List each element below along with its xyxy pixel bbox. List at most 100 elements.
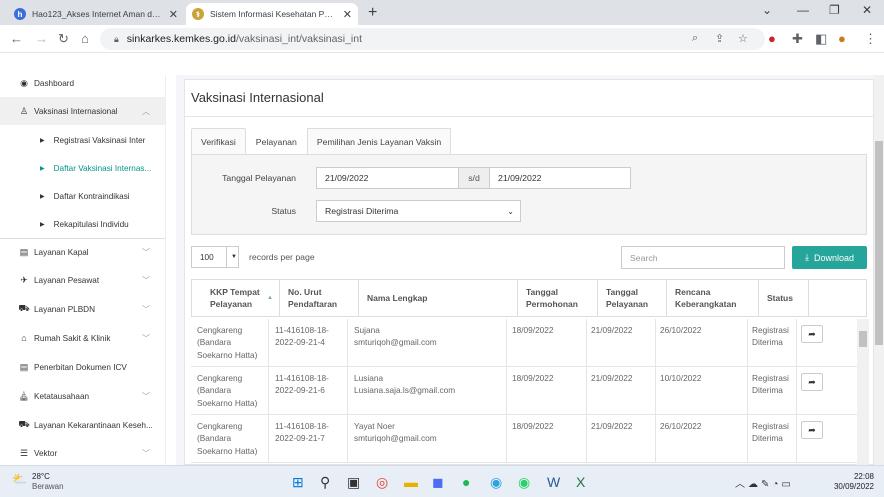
sidebar-sub-rekapitulasi-individu[interactable]: ▶ Rekapitulasi Individu <box>0 210 165 238</box>
sidebar-sub-daftar-kontraindikasi[interactable]: ▶ Daftar Kontraindikasi <box>0 182 165 210</box>
caret-right-icon: ▶ <box>40 193 45 200</box>
column-header-kkp[interactable]: KKP Tempat Pelayanan ▲ <box>202 280 280 316</box>
sidebar-sub-daftar-vaksinasi[interactable]: ▶ Daftar Vaksinasi Internas... <box>0 154 165 182</box>
action-forward-button[interactable]: ➦ <box>801 421 823 439</box>
tab-search-chevron-icon[interactable]: ⌄ <box>762 3 772 17</box>
table-scrollbar[interactable] <box>857 319 869 466</box>
sidebar-item-dashboard[interactable]: ◉ Dashboard <box>0 75 165 97</box>
download-button[interactable]: ⤓ Download <box>792 246 867 269</box>
caret-right-icon: ▶ <box>40 165 45 172</box>
email-text: smturiqoh@gmail.com <box>354 433 437 444</box>
share-icon[interactable]: ⇪ <box>715 32 724 45</box>
url-host: sinkarkes.kemkes.go.id <box>126 33 236 45</box>
side-panel-icon[interactable]: ◧ <box>815 31 827 47</box>
sidebar-item-layanan-plbdn[interactable]: ⛟ Layanan PLBDN ﹀ <box>0 295 165 323</box>
column-header-rencana[interactable]: Rencana Keberangkatan <box>667 280 759 316</box>
excel-icon[interactable]: X <box>576 474 585 490</box>
scrollbar-thumb[interactable] <box>859 331 867 347</box>
status-select[interactable]: Registrasi Diterima ⌄ <box>316 200 521 222</box>
cell-status: Registrasi Diterima <box>752 325 789 348</box>
sinkarkes-favicon-icon: ⚕ <box>192 8 204 20</box>
task-view-icon[interactable]: ▣ <box>347 474 360 491</box>
address-bar[interactable]: 🔒︎ sinkarkes.kemkes.go.id/vaksinasi_int/… <box>100 28 765 50</box>
action-forward-button[interactable]: ➦ <box>801 325 823 343</box>
close-window-icon[interactable]: ✕ <box>862 3 872 17</box>
telegram-icon[interactable]: ◉ <box>490 474 502 491</box>
column-header-nama[interactable]: Nama Lengkap <box>359 280 518 316</box>
reload-icon[interactable]: ↻ <box>58 31 69 47</box>
cell-nama: Yayat Noer smturiqoh@gmail.com <box>354 420 504 445</box>
caret-down-icon: ▼ <box>226 247 237 267</box>
file-explorer-icon[interactable]: ▬ <box>404 474 418 490</box>
profile-avatar[interactable]: ● <box>838 31 846 46</box>
sidebar-item-vektor[interactable]: ☰ Vektor ﹀ <box>0 439 165 465</box>
spotify-icon[interactable]: ● <box>462 474 470 490</box>
cell-rencana: 26/10/2022 <box>660 325 702 335</box>
column-header-tgl-pelayanan[interactable]: Tanggal Pelayanan <box>598 280 667 316</box>
browser-tab-sinkarkes[interactable]: ⚕ Sistem Informasi Kesehatan Pelabuh ✕ <box>186 3 358 25</box>
extension-red-icon[interactable]: ● <box>768 31 776 46</box>
url-path: /vaksinasi_int/vaksinasi_int <box>235 33 362 45</box>
share-arrow-icon: ➦ <box>808 424 816 435</box>
whatsapp-icon[interactable]: ◉ <box>518 474 530 491</box>
scrollbar-thumb[interactable] <box>875 141 883 345</box>
back-icon[interactable]: ← <box>10 31 23 46</box>
column-header-tgl-permohonan[interactable]: Tanggal Permohonan <box>518 280 598 316</box>
windows-start-icon[interactable]: ⊞ <box>292 474 304 491</box>
sidebar-sub-registrasi-vaksinasi[interactable]: ▶ Registrasi Vaksinasi Inter <box>0 126 165 154</box>
column-divider <box>268 415 269 463</box>
system-tray-icons[interactable]: ︿☁︎✎◔▭ <box>735 475 794 490</box>
minimize-window-icon[interactable]: — <box>797 3 809 17</box>
action-forward-button[interactable]: ➦ <box>801 373 823 391</box>
zoom-icon[interactable]: ⌕ <box>692 32 698 45</box>
date-to-input[interactable]: 21/09/2022 <box>489 167 631 189</box>
sidebar-item-rumah-sakit[interactable]: ⌂ Rumah Sakit & Klinik ﹀ <box>0 324 165 352</box>
sidebar-item-ketatausahaan[interactable]: ⛪︎ Ketatausahaan ﹀ <box>0 382 165 410</box>
sidebar-item-penerbitan-icv[interactable]: ▤ Penerbitan Dokumen ICV <box>0 353 165 381</box>
column-divider <box>586 415 587 463</box>
column-divider <box>796 415 797 463</box>
bookmark-star-icon[interactable]: ☆ <box>738 32 748 45</box>
weather-widget[interactable]: ⛅ 28°C Berawan <box>12 472 64 492</box>
caret-right-icon: ▶ <box>40 221 45 228</box>
chevron-down-icon: ﹀ <box>142 275 150 285</box>
sidebar-item-layanan-pesawat[interactable]: ✈ Layanan Pesawat ﹀ <box>0 266 165 294</box>
home-icon[interactable]: ⌂ <box>81 31 89 46</box>
clock-date: 30/09/2022 <box>833 482 874 491</box>
browser-tab-hao123[interactable]: h Hao123_Akses Internet Aman dan N ✕ <box>8 3 184 25</box>
column-header-no-urut[interactable]: No. Urut Pendaftaran <box>280 280 359 316</box>
chrome-icon[interactable]: ◎ <box>376 474 388 491</box>
restore-window-icon[interactable]: ❐ <box>829 3 840 17</box>
sidebar-item-label: Dashboard <box>34 78 75 88</box>
column-divider <box>655 367 656 415</box>
page-size-select[interactable]: 100 ▼ <box>191 246 239 268</box>
sidebar-item-layanan-kekarantinaan[interactable]: ⛟ Layanan Kekarantinaan Keseh... <box>0 411 165 439</box>
weather-temp: 28°C <box>32 472 50 481</box>
cell-status: Registrasi Diterima <box>752 373 789 396</box>
sidebar-item-vaksinasi-internasional[interactable]: ♙ Vaksinasi Internasional ︿ <box>0 97 165 125</box>
extensions-puzzle-icon[interactable]: ✚ <box>792 31 803 47</box>
tab-verifikasi[interactable]: Verifikasi <box>191 128 246 154</box>
cell-tgl-pelayanan: 21/09/2022 <box>591 373 633 383</box>
search-icon[interactable]: ⚲ <box>320 474 330 491</box>
close-tab-icon[interactable]: ✕ <box>169 8 178 21</box>
browser-toolbar: ← → ↻ ⌂ 🔒︎ sinkarkes.kemkes.go.id/vaksin… <box>0 25 884 53</box>
column-divider <box>796 319 797 367</box>
date-from-input[interactable]: 21/09/2022 <box>316 167 459 189</box>
tab-pemilihan-jenis-layanan[interactable]: Pemilihan Jenis Layanan Vaksin <box>306 128 452 154</box>
column-header-status[interactable]: Status <box>759 280 809 316</box>
forward-icon[interactable]: → <box>35 31 48 46</box>
search-input[interactable]: Search <box>621 246 785 269</box>
column-divider <box>347 367 348 415</box>
tab-pelayanan[interactable]: Pelayanan <box>246 128 307 154</box>
word-icon[interactable]: W <box>547 474 560 490</box>
close-tab-icon[interactable]: ✕ <box>343 8 352 21</box>
page-scrollbar[interactable] <box>874 75 884 465</box>
menu-kebab-icon[interactable]: ⋮ <box>864 31 877 47</box>
chat-icon[interactable]: ◼ <box>432 474 444 491</box>
clock[interactable]: 22:08 30/09/2022 <box>834 472 874 492</box>
cell-nama: Lusiana Lusiana.saja.ls@gmail.com <box>354 372 504 397</box>
cell-tgl-permohonan: 18/09/2022 <box>512 421 554 431</box>
sidebar-item-layanan-kapal[interactable]: ▤ Layanan Kapal ﹀ <box>0 238 165 266</box>
new-tab-button[interactable]: + <box>368 4 377 22</box>
